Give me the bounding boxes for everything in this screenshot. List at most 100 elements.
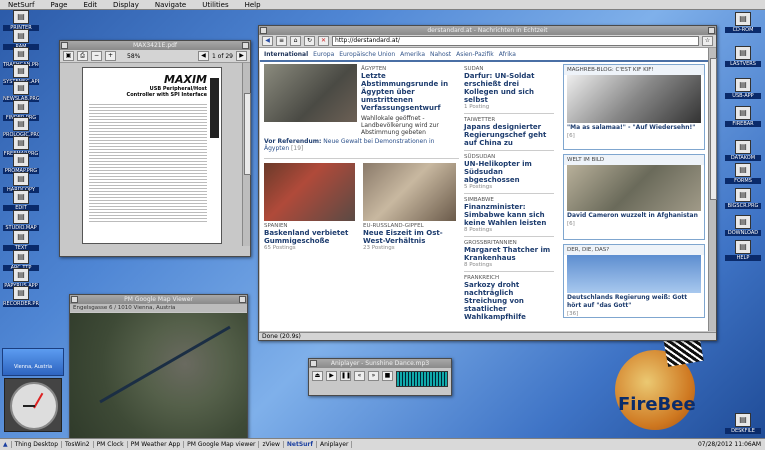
desktop-icon[interactable]: ▤ PROLOGIC.PRG xyxy=(3,117,39,138)
spain-postings[interactable]: 65 Postings xyxy=(264,245,355,251)
desktop-icon[interactable]: ▤ DATAKOM xyxy=(725,140,761,161)
zoom-out-icon[interactable]: − xyxy=(91,51,102,61)
desktop-icon[interactable]: ▤ HELP xyxy=(725,240,761,261)
menu-navigate[interactable]: Navigate xyxy=(147,1,194,9)
news-headline[interactable]: Darfur: UN-Soldat erschießt drei Kollege… xyxy=(464,72,554,104)
url-input[interactable]: http://derstandard.at/ xyxy=(332,36,699,46)
taskbar-item[interactable]: PM Google Map viewer xyxy=(184,441,260,448)
nav-amerika[interactable]: Amerika xyxy=(400,51,425,58)
desktop-icon[interactable]: ▤ PRINTER xyxy=(3,10,39,31)
menu-netsurf[interactable]: NetSurf xyxy=(0,1,43,9)
side-count[interactable]: [36] xyxy=(564,311,704,317)
taskbar-thing-icon[interactable]: ▲ xyxy=(0,441,12,448)
desktop-icon[interactable]: ▤ CD-ROM xyxy=(725,12,761,33)
desktop-icon[interactable]: ▤ RECORDER.PRG xyxy=(3,286,39,307)
nav-afrika[interactable]: Afrika xyxy=(499,51,516,58)
news-postings[interactable]: 5 Postings xyxy=(464,184,554,190)
desktop-icon[interactable]: ▤ EDIT xyxy=(3,190,39,211)
nav-international[interactable]: International xyxy=(264,51,308,58)
taskbar-item[interactable]: Thing Desktop xyxy=(12,441,63,448)
taskbar-item[interactable]: Aniplayer xyxy=(317,441,353,448)
nav-europa[interactable]: Europa xyxy=(313,51,334,58)
side-count[interactable]: [6] xyxy=(564,221,704,227)
stop-icon[interactable]: ■ xyxy=(382,371,393,381)
desktop-icon[interactable]: ▤ TEXT xyxy=(3,230,39,251)
maghreb-photo[interactable] xyxy=(567,75,701,123)
map-titlebar[interactable]: PM Google Map Viewer xyxy=(70,295,247,304)
close-icon[interactable] xyxy=(61,42,68,49)
nav-eu[interactable]: Europäische Union xyxy=(339,51,395,58)
rewind-icon[interactable]: « xyxy=(354,371,365,381)
fullscreen-icon[interactable] xyxy=(239,296,246,303)
menu-help[interactable]: Help xyxy=(237,1,269,9)
eu-russia-postings[interactable]: 23 Postings xyxy=(363,245,456,251)
close-icon[interactable] xyxy=(260,27,267,34)
side-count[interactable]: [6] xyxy=(564,133,704,139)
side-headline[interactable]: David Cameron wuzzelt in Afghanistan xyxy=(564,211,704,221)
pause-icon[interactable]: ❚❚ xyxy=(340,371,351,381)
zoom-level[interactable]: 58% xyxy=(127,53,140,60)
aniplayer-titlebar[interactable]: Aniplayer - Sunshine Dance.mp3 xyxy=(309,359,451,368)
save-icon[interactable]: ▣ xyxy=(63,51,74,61)
desktop-icon[interactable]: ▤ FIREBAR xyxy=(725,106,761,127)
lead-headline[interactable]: Letzte Abstimmungsrunde in Ägypten über … xyxy=(361,72,459,112)
desktop-icon[interactable]: ▤ FORMS xyxy=(725,163,761,184)
close-icon[interactable] xyxy=(310,360,317,367)
desktop-icon[interactable]: ▤ USB-APP xyxy=(725,78,761,99)
forward-icon[interactable]: » xyxy=(368,371,379,381)
desktop-icon[interactable]: ▤ LASTVERS xyxy=(725,46,761,67)
pdf-vscroll-thumb[interactable] xyxy=(244,93,251,175)
back-icon[interactable]: ◀ xyxy=(262,36,273,46)
browser-vscroll-thumb[interactable] xyxy=(710,58,717,200)
egypt-photo[interactable] xyxy=(264,64,357,122)
related-link[interactable]: Vor Referendum: Neue Gewalt bei Demonstr… xyxy=(264,138,459,152)
prev-page-icon[interactable]: ◀ xyxy=(197,51,209,61)
menu-page[interactable]: Page xyxy=(43,1,76,9)
desktop-icon[interactable]: ▤ DOWNLOAD xyxy=(725,215,761,236)
news-postings[interactable]: 8 Postings xyxy=(464,262,554,268)
desktop-icon[interactable]: ▤ STUDIO.MAP xyxy=(3,210,39,231)
news-headline[interactable]: Finanzminister: Simbabwe kann sich keine… xyxy=(464,203,554,227)
nav-nahost[interactable]: Nahost xyxy=(430,51,451,58)
desktop-icon[interactable]: ▤ PROMAP.PRG xyxy=(3,153,39,174)
welt-photo[interactable] xyxy=(567,165,701,211)
side-headline[interactable]: Deutschlands Regierung weiß: Gott hört a… xyxy=(564,293,704,311)
menu-display[interactable]: Display xyxy=(105,1,147,9)
menu-utilities[interactable]: Utilities xyxy=(194,1,236,9)
taskbar-item[interactable]: PM Clock xyxy=(94,441,128,448)
taskbar-item[interactable]: NetSurf xyxy=(284,441,317,448)
pdf-titlebar[interactable]: MAX3421E.pdf xyxy=(60,41,250,50)
map-satellite-view[interactable] xyxy=(70,313,247,441)
news-headline[interactable]: Margaret Thatcher im Krankenhaus xyxy=(464,246,554,262)
history-icon[interactable]: ≡ xyxy=(276,36,287,46)
news-headline[interactable]: UN-Helikopter im Südsudan abgeschossen xyxy=(464,160,554,184)
reload-icon[interactable]: ↻ xyxy=(304,36,315,46)
fullscreen-icon[interactable] xyxy=(242,42,249,49)
bookmark-icon[interactable]: ☆ xyxy=(702,36,713,46)
eject-icon[interactable]: ⏏ xyxy=(312,371,323,381)
taskbar-item[interactable]: TosWin2 xyxy=(62,441,94,448)
taskbar-item[interactable]: PM Weather App xyxy=(128,441,185,448)
browser-titlebar[interactable]: derstandard.at - Nachrichten in Echtzeit xyxy=(259,26,716,35)
menu-edit[interactable]: Edit xyxy=(75,1,105,9)
spain-headline[interactable]: Baskenland verbietet Gummigeschoße xyxy=(264,229,355,245)
news-headline[interactable]: Japans designierter Regierungschef geht … xyxy=(464,123,554,147)
sky-photo[interactable] xyxy=(567,255,701,293)
desktop-icon[interactable]: ▤ DESKFILE xyxy=(725,413,761,434)
desktop-icon[interactable]: ▤ NEWSLAB.PRG xyxy=(3,81,39,102)
home-icon[interactable]: ⌂ xyxy=(290,36,301,46)
news-headline[interactable]: Sarkozy droht nachträglich Streichung vo… xyxy=(464,281,554,321)
news-postings[interactable]: 1 Posting xyxy=(464,104,554,110)
eu-russia-photo[interactable] xyxy=(363,163,456,221)
taskbar-item[interactable]: zView xyxy=(259,441,284,448)
pdf-vscroll[interactable] xyxy=(242,63,251,246)
zoom-in-icon[interactable]: + xyxy=(105,51,116,61)
desktop-icon[interactable]: ▤ BIGSCR.PRG xyxy=(725,188,761,209)
next-page-icon[interactable]: ▶ xyxy=(236,51,247,61)
stop-icon[interactable]: ✕ xyxy=(318,36,329,46)
news-postings[interactable]: 8 Postings xyxy=(464,227,554,233)
close-icon[interactable] xyxy=(71,296,78,303)
map-address-bar[interactable]: Engelsgasse 6 / 1010 Vienna, Austria xyxy=(70,304,247,312)
spain-photo[interactable] xyxy=(264,163,355,221)
fullscreen-icon[interactable] xyxy=(708,27,715,34)
